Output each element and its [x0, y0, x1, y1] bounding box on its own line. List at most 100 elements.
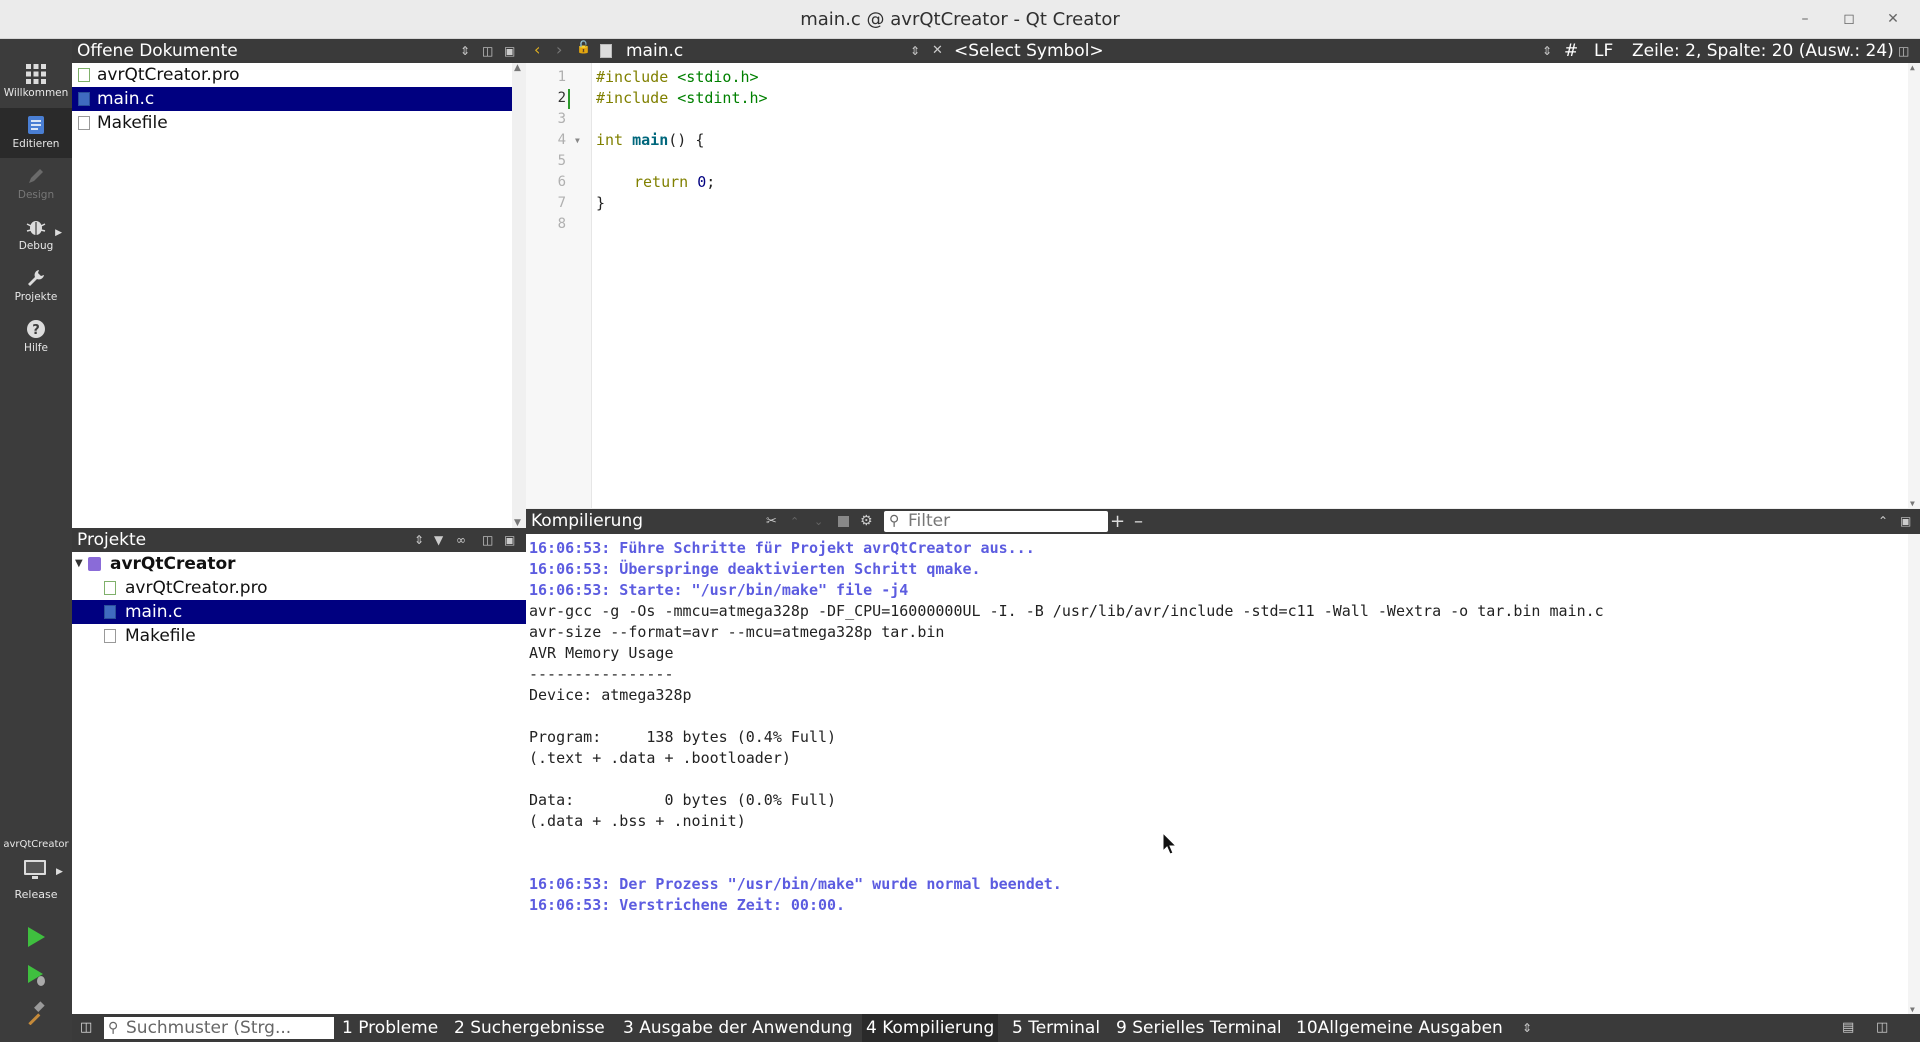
scroll-up-icon[interactable]: ▲ — [1910, 63, 1915, 72]
tab-problems[interactable]: 1 Probleme — [338, 1014, 442, 1042]
text-file-icon — [78, 116, 90, 130]
tree-root[interactable]: ▼ avrQtCreator — [72, 552, 526, 576]
output-line: Data: 0 bytes (0.0% Full) — [529, 791, 837, 809]
locator-input[interactable]: ⚲ Suchmuster (Strg... — [104, 1017, 334, 1039]
scrollbar[interactable]: ▲ ▼ — [512, 63, 526, 528]
maximize-button[interactable]: ◻ — [1838, 8, 1860, 30]
output-tabs-bar: ◫ ⚲ Suchmuster (Strg... 1 Probleme 2 Suc… — [72, 1014, 1920, 1042]
tree-item[interactable]: main.c — [72, 600, 526, 624]
output-scrollbar[interactable]: ▼ — [1908, 534, 1920, 1014]
clear-icon[interactable]: ✂ — [766, 509, 777, 534]
list-item[interactable]: main.c — [72, 87, 526, 111]
code-editor[interactable]: 1 2 3 4 5 6 7 8 ▼ #include <stdio.h> #in… — [526, 63, 1920, 508]
close-file-icon[interactable]: ✕ — [932, 39, 943, 63]
item-label: main.c — [125, 602, 183, 622]
mode-label: Hilfe — [24, 342, 48, 354]
line-number: 5 — [557, 153, 566, 169]
maximize-pane-icon[interactable]: ⌃ — [1878, 509, 1888, 534]
kit-selector[interactable]: ▶ Release — [0, 855, 72, 907]
more-tabs-icon[interactable]: ⇕ — [1522, 1014, 1532, 1042]
run-icon[interactable] — [24, 925, 48, 949]
projects-header: Projekte ⇕ ▼ ∞ ◫ ▣ — [72, 528, 526, 552]
expand-arrow-icon[interactable]: ▼ — [75, 552, 83, 576]
sort-icon[interactable]: ⇕ — [460, 39, 470, 63]
project-file-icon — [78, 68, 90, 82]
fold-arrow-icon[interactable]: ▼ — [575, 136, 580, 145]
back-arrow-icon[interactable]: ‹ — [534, 40, 540, 59]
tab-terminal[interactable]: 5 Terminal — [1008, 1014, 1104, 1042]
mode-design[interactable]: Design — [0, 159, 72, 209]
mode-debug[interactable]: ▶ Debug — [0, 210, 72, 260]
line-gutter: 1 2 3 4 5 6 7 8 ▼ — [526, 63, 592, 508]
close-button[interactable]: ✕ — [1882, 8, 1904, 30]
compile-output[interactable]: 16:06:53: Führe Schritte für Projekt avr… — [526, 534, 1920, 1014]
mode-help[interactable]: ? Hilfe — [0, 312, 72, 362]
scroll-down-icon[interactable]: ▼ — [1910, 499, 1915, 508]
editor-file-name[interactable]: main.c — [626, 39, 683, 63]
c-file-icon — [78, 92, 90, 106]
link-icon[interactable]: ∞ — [456, 528, 466, 552]
title-bar: main.c @ avrQtCreator - Qt Creator – ◻ ✕ — [0, 0, 1920, 39]
mode-label: Willkommen — [3, 87, 69, 99]
list-item[interactable]: Makefile — [72, 111, 526, 135]
next-icon[interactable]: ⌄ — [814, 509, 823, 534]
symbol-selector[interactable]: <Select Symbol> — [954, 39, 1104, 63]
cursor-position[interactable]: Zeile: 2, Spalte: 20 (Ausw.: 24) — [1632, 39, 1894, 63]
code-line: #include <stdint.h> — [596, 89, 768, 107]
output-line: 16:06:53: Führe Schritte für Projekt avr… — [529, 539, 1035, 557]
tab-compile-output[interactable]: 4 Kompilierung — [862, 1014, 999, 1042]
line-number: 6 — [557, 174, 566, 190]
file-dropdown-icon[interactable]: ⇕ — [910, 39, 920, 63]
code-token: ; — [706, 173, 716, 191]
list-item[interactable]: avrQtCreator.pro — [72, 63, 526, 87]
build-hammer-icon[interactable] — [24, 1001, 48, 1025]
tab-application-output[interactable]: 3 Ausgabe der Anwendung — [619, 1014, 857, 1042]
output-line: ---------------- — [529, 665, 674, 683]
filter-input[interactable]: ⚲ Filter — [884, 511, 1108, 532]
sort-icon[interactable]: ⇕ — [414, 528, 424, 552]
scroll-down-icon[interactable]: ▼ — [514, 518, 521, 528]
symbol-dropdown-icon[interactable]: ⇕ — [1542, 39, 1552, 63]
scroll-down-icon[interactable]: ▼ — [1910, 1005, 1915, 1014]
mode-edit[interactable]: Editieren — [0, 108, 72, 158]
tree-item[interactable]: avrQtCreator.pro — [72, 576, 526, 600]
tab-general-messages[interactable]: 10Allgemeine Ausgaben — [1292, 1014, 1507, 1042]
close-panel-icon[interactable]: ▣ — [504, 528, 515, 552]
stop-icon[interactable] — [838, 516, 849, 527]
mode-projects[interactable]: Projekte — [0, 261, 72, 311]
filter-icon[interactable]: ▼ — [434, 528, 443, 552]
locator-placeholder: Suchmuster (Strg... — [126, 1018, 292, 1038]
tree-item[interactable]: Makefile — [72, 624, 526, 648]
zoom-out-icon[interactable]: – — [1134, 509, 1143, 534]
minimize-button[interactable]: – — [1794, 8, 1816, 30]
tab-serial-terminal[interactable]: 9 Serielles Terminal — [1112, 1014, 1286, 1042]
open-documents-title: Offene Dokumente — [77, 41, 238, 61]
split-icon[interactable]: ◫ — [482, 39, 493, 63]
line-ending[interactable]: LF — [1594, 39, 1613, 63]
editor-toolbar: ‹ › 🔓 main.c ⇕ ✕ <Select Symbol> ⇕ # LF … — [526, 39, 1920, 63]
line-number: 7 — [557, 195, 566, 211]
mode-welcome[interactable]: Willkommen — [0, 57, 72, 107]
toggle-progress-icon[interactable]: ▤ — [1842, 1014, 1854, 1042]
scroll-up-icon[interactable]: ▲ — [514, 63, 521, 73]
code-token: 0 — [688, 173, 707, 191]
close-panel-icon[interactable]: ▣ — [504, 39, 515, 63]
split-icon[interactable]: ◫ — [1898, 39, 1909, 63]
tab-search-results[interactable]: 2 Suchergebnisse — [450, 1014, 609, 1042]
code-token: <stdint.h> — [668, 89, 768, 107]
line-number: 4 — [557, 132, 566, 148]
editor-scrollbar[interactable]: ▲ ▼ — [1908, 63, 1920, 508]
forward-arrow-icon[interactable]: › — [556, 40, 562, 59]
output-line: 16:06:53: Überspringe deaktivierten Schr… — [529, 560, 981, 578]
zoom-in-icon[interactable]: + — [1110, 509, 1125, 534]
prev-icon[interactable]: ⌃ — [790, 509, 799, 534]
debug-run-icon[interactable] — [24, 963, 48, 987]
help-icon: ? — [27, 320, 45, 338]
close-pane-icon[interactable]: ▣ — [1900, 509, 1911, 534]
gear-icon[interactable]: ⚙ — [860, 509, 873, 534]
toggle-right-sidebar-icon[interactable]: ◫ — [1876, 1014, 1888, 1042]
search-icon: ⚲ — [889, 513, 900, 529]
split-icon[interactable]: ◫ — [482, 528, 493, 552]
toggle-sidebar-icon[interactable]: ◫ — [80, 1014, 92, 1042]
encoding-hash[interactable]: # — [1564, 39, 1578, 63]
